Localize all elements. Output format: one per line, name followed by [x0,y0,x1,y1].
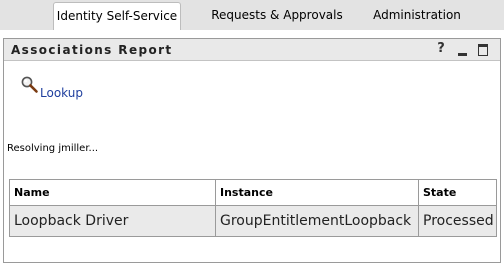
cell-name: Loopback Driver [9,205,216,237]
table-row: Loopback Driver GroupEntitlementLoopback… [9,205,497,237]
column-header-instance[interactable]: Instance [215,179,419,206]
cell-instance: GroupEntitlementLoopback [215,205,419,237]
portlet-title: Associations Report [11,43,173,57]
lookup-link[interactable]: Lookup [40,86,83,100]
tab-bar: Identity Self-Service Requests & Approva… [0,0,504,30]
table-header-row: Name Instance State [9,179,497,206]
tab-requests-approvals[interactable]: Requests & Approvals [202,2,352,30]
help-icon[interactable]: ? [434,41,448,57]
associations-report-portlet: Associations Report ? Lookup Resolving j… [3,38,501,263]
cell-state: Processed [418,205,497,237]
tab-identity-self-service[interactable]: Identity Self-Service [53,2,181,30]
column-header-name[interactable]: Name [9,179,216,206]
column-header-state[interactable]: State [418,179,497,206]
tab-administration[interactable]: Administration [368,2,466,30]
magnifier-icon [21,76,38,93]
portlet-header: Associations Report ? [4,39,500,61]
maximize-icon[interactable] [477,41,491,57]
minimize-icon[interactable] [456,41,470,57]
status-text: Resolving jmiller... [7,143,99,154]
associations-table: Name Instance State Loopback Driver Grou… [9,179,497,237]
